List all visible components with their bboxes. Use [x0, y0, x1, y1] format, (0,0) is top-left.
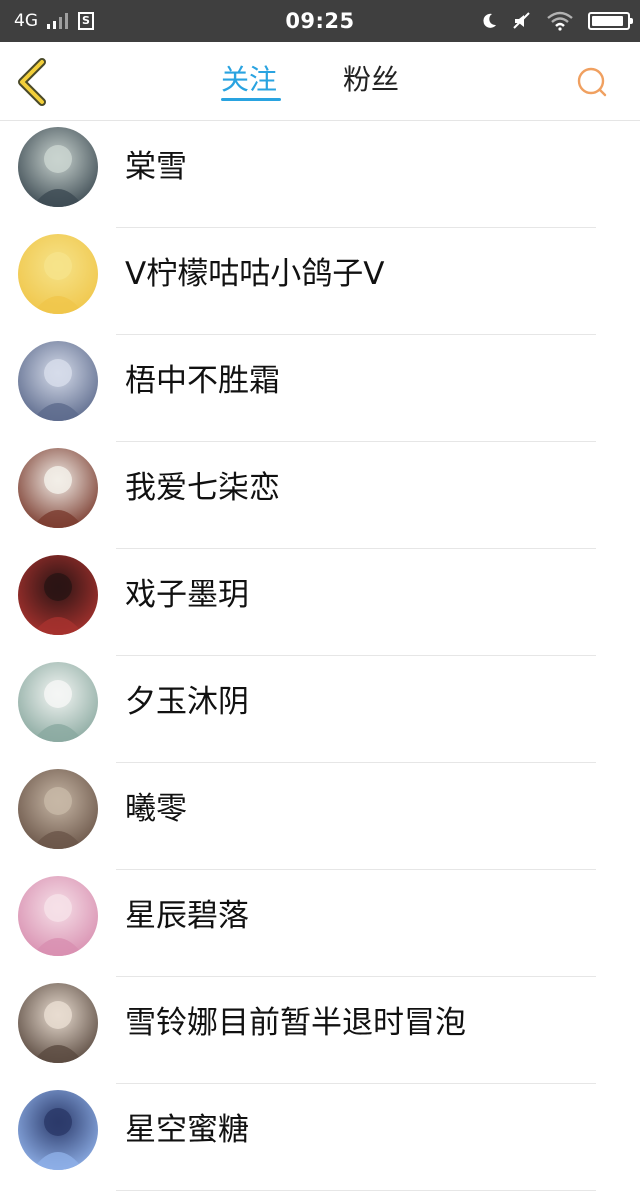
list-item[interactable]: 曦零: [0, 763, 640, 870]
avatar[interactable]: [18, 983, 98, 1063]
list-item[interactable]: V柠檬咕咕小鸽子V: [0, 228, 640, 335]
list-item[interactable]: 我爱七柒恋: [0, 442, 640, 549]
search-button[interactable]: [574, 64, 610, 100]
avatar[interactable]: [18, 876, 98, 956]
user-name: V柠檬咕咕小鸽子V: [125, 256, 385, 292]
user-name: 星空蜜糖: [125, 1112, 249, 1148]
avatar[interactable]: [18, 769, 98, 849]
list-item[interactable]: 梧中不胜霜: [0, 335, 640, 442]
user-name: 梧中不胜霜: [125, 363, 280, 399]
avatar[interactable]: [18, 1090, 98, 1170]
list-item[interactable]: 星空蜜糖: [0, 1084, 640, 1191]
status-bar: 4G S 09:25: [0, 0, 640, 42]
avatar[interactable]: [18, 127, 98, 207]
list-item[interactable]: 星辰碧落: [0, 870, 640, 977]
avatar[interactable]: [18, 341, 98, 421]
tab-fans[interactable]: 粉丝: [343, 62, 399, 98]
battery-icon: [588, 12, 633, 30]
avatar[interactable]: [18, 448, 98, 528]
battery-level: [592, 16, 623, 26]
list-item[interactable]: 棠雪: [0, 121, 640, 228]
top-nav: 关注 粉丝: [0, 42, 640, 121]
list-item[interactable]: 戏子墨玥: [0, 549, 640, 656]
active-tab-indicator: [221, 98, 281, 101]
chevron-left-icon: [18, 58, 46, 106]
following-list: 棠雪 V柠檬咕咕小鸽子V 梧中不胜霜我爱七柒恋戏子墨玥夕玉沐阴曦零星辰碧落雪铃娜目前…: [0, 121, 640, 1191]
status-right: [480, 0, 633, 42]
list-item[interactable]: 雪铃娜目前暂半退时冒泡: [0, 977, 640, 1084]
tab-follow[interactable]: 关注: [221, 62, 277, 98]
user-name: 戏子墨玥: [125, 577, 249, 613]
user-name: 星辰碧落: [125, 898, 249, 934]
user-name: 雪铃娜目前暂半退时冒泡: [125, 1005, 466, 1041]
mute-icon: [513, 12, 530, 29]
user-name: 棠雪: [125, 149, 187, 185]
list-item[interactable]: 夕玉沐阴: [0, 656, 640, 763]
avatar[interactable]: [18, 234, 98, 314]
wifi-icon: [547, 11, 573, 31]
user-name: 曦零: [125, 791, 187, 827]
avatar[interactable]: [18, 555, 98, 635]
search-icon: [577, 67, 607, 97]
moon-icon: [483, 13, 496, 28]
avatar[interactable]: [18, 662, 98, 742]
back-button[interactable]: [14, 58, 54, 106]
user-name: 夕玉沐阴: [125, 684, 249, 720]
user-name: 我爱七柒恋: [125, 470, 280, 506]
